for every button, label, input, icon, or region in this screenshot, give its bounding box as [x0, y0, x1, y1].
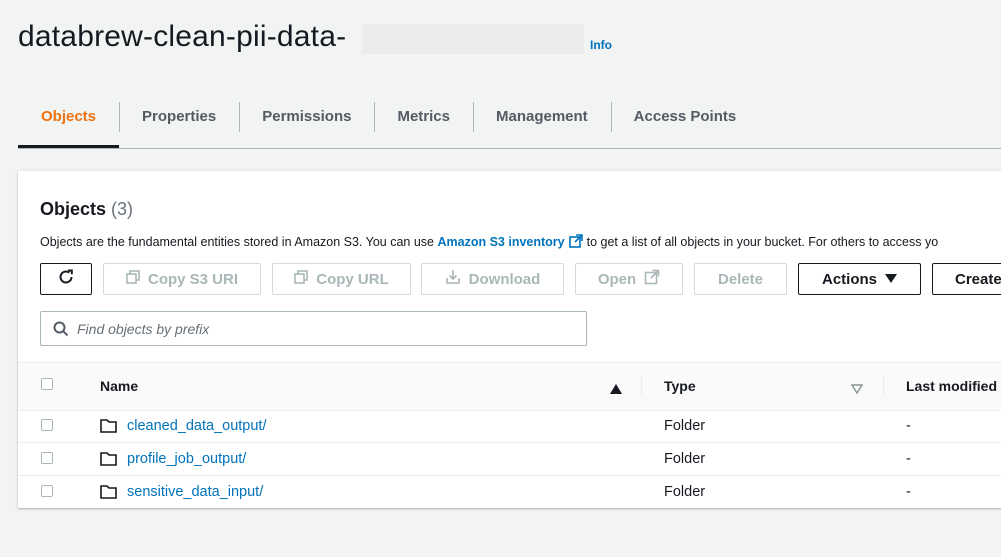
objects-heading-label: Objects: [40, 199, 107, 219]
description-text-after: to get a list of all objects in your buc…: [586, 235, 939, 249]
bucket-title: databrew-clean-pii-data-: [18, 20, 347, 53]
tab-bar: Objects Properties Permissions Metrics M…: [18, 98, 1001, 149]
object-name-link[interactable]: cleaned_data_output/: [127, 418, 267, 434]
download-button[interactable]: Download: [421, 263, 564, 295]
folder-icon: [100, 418, 117, 438]
table-row: cleaned_data_output/ Folder -: [18, 410, 1001, 443]
tab-access-points[interactable]: Access Points: [610, 100, 760, 134]
external-link-icon: [644, 269, 660, 289]
object-last-modified: -: [906, 418, 911, 434]
create-folder-button[interactable]: Create: [932, 263, 1001, 295]
tab-management[interactable]: Management: [472, 100, 611, 134]
column-header-name[interactable]: Name: [100, 378, 138, 394]
refresh-button[interactable]: [40, 263, 92, 295]
table-row: sensitive_data_input/ Folder -: [18, 476, 1001, 508]
table-header: Name Type Last modified: [18, 362, 1001, 411]
create-label: Create: [955, 270, 1001, 288]
objects-count: (3): [111, 199, 134, 219]
object-type: Folder: [664, 484, 706, 500]
tab-permissions[interactable]: Permissions: [239, 100, 374, 134]
download-label: Download: [468, 270, 541, 288]
folder-icon: [100, 451, 117, 471]
sort-icon[interactable]: [850, 381, 864, 399]
copy-s3-uri-button[interactable]: Copy S3 URI: [103, 263, 261, 295]
actions-dropdown[interactable]: Actions: [798, 263, 921, 295]
copy-icon: [126, 270, 140, 288]
delete-button[interactable]: Delete: [694, 263, 787, 295]
redacted-region: [362, 24, 584, 54]
copy-url-label: Copy URL: [316, 270, 389, 288]
info-link[interactable]: Info: [590, 38, 612, 52]
inventory-link[interactable]: Amazon S3 inventory: [438, 235, 565, 249]
objects-heading: Objects (3): [40, 199, 133, 220]
copy-url-button[interactable]: Copy URL: [272, 263, 411, 295]
column-separator: [883, 375, 884, 397]
copy-s3-uri-label: Copy S3 URI: [147, 270, 238, 288]
caret-down-icon: [885, 271, 897, 288]
row-checkbox[interactable]: [41, 485, 53, 497]
column-header-last-modified[interactable]: Last modified: [906, 378, 997, 394]
download-icon: [445, 269, 461, 289]
description-text-before: Objects are the fundamental entities sto…: [40, 235, 435, 249]
select-all-checkbox[interactable]: [41, 378, 53, 390]
tab-objects[interactable]: Objects: [18, 100, 120, 148]
actions-label: Actions: [821, 270, 877, 288]
row-checkbox[interactable]: [41, 419, 53, 431]
copy-icon: [294, 270, 309, 288]
object-type: Folder: [664, 451, 706, 467]
delete-label: Delete: [717, 270, 764, 288]
table-row: profile_job_output/ Folder -: [18, 443, 1001, 476]
search-input[interactable]: [77, 320, 577, 337]
column-header-type[interactable]: Type: [664, 378, 696, 394]
object-last-modified: -: [906, 451, 911, 467]
external-link-icon[interactable]: [568, 234, 583, 251]
sort-ascending-icon[interactable]: [610, 381, 622, 399]
open-button[interactable]: Open: [575, 263, 683, 295]
object-name-link[interactable]: profile_job_output/: [127, 451, 246, 467]
open-label: Open: [597, 270, 637, 288]
object-type: Folder: [664, 418, 706, 434]
objects-panel: Objects (3) Objects are the fundamental …: [18, 170, 1001, 508]
search-box[interactable]: [40, 311, 587, 346]
search-icon: [53, 321, 69, 337]
objects-description: Objects are the fundamental entities sto…: [40, 234, 938, 251]
refresh-icon: [57, 268, 75, 290]
column-separator: [641, 375, 642, 397]
folder-icon: [100, 484, 117, 504]
object-name-link[interactable]: sensitive_data_input/: [127, 484, 263, 500]
tab-properties[interactable]: Properties: [119, 100, 239, 134]
row-checkbox[interactable]: [41, 452, 53, 464]
tab-metrics[interactable]: Metrics: [374, 100, 473, 134]
object-last-modified: -: [906, 484, 911, 500]
